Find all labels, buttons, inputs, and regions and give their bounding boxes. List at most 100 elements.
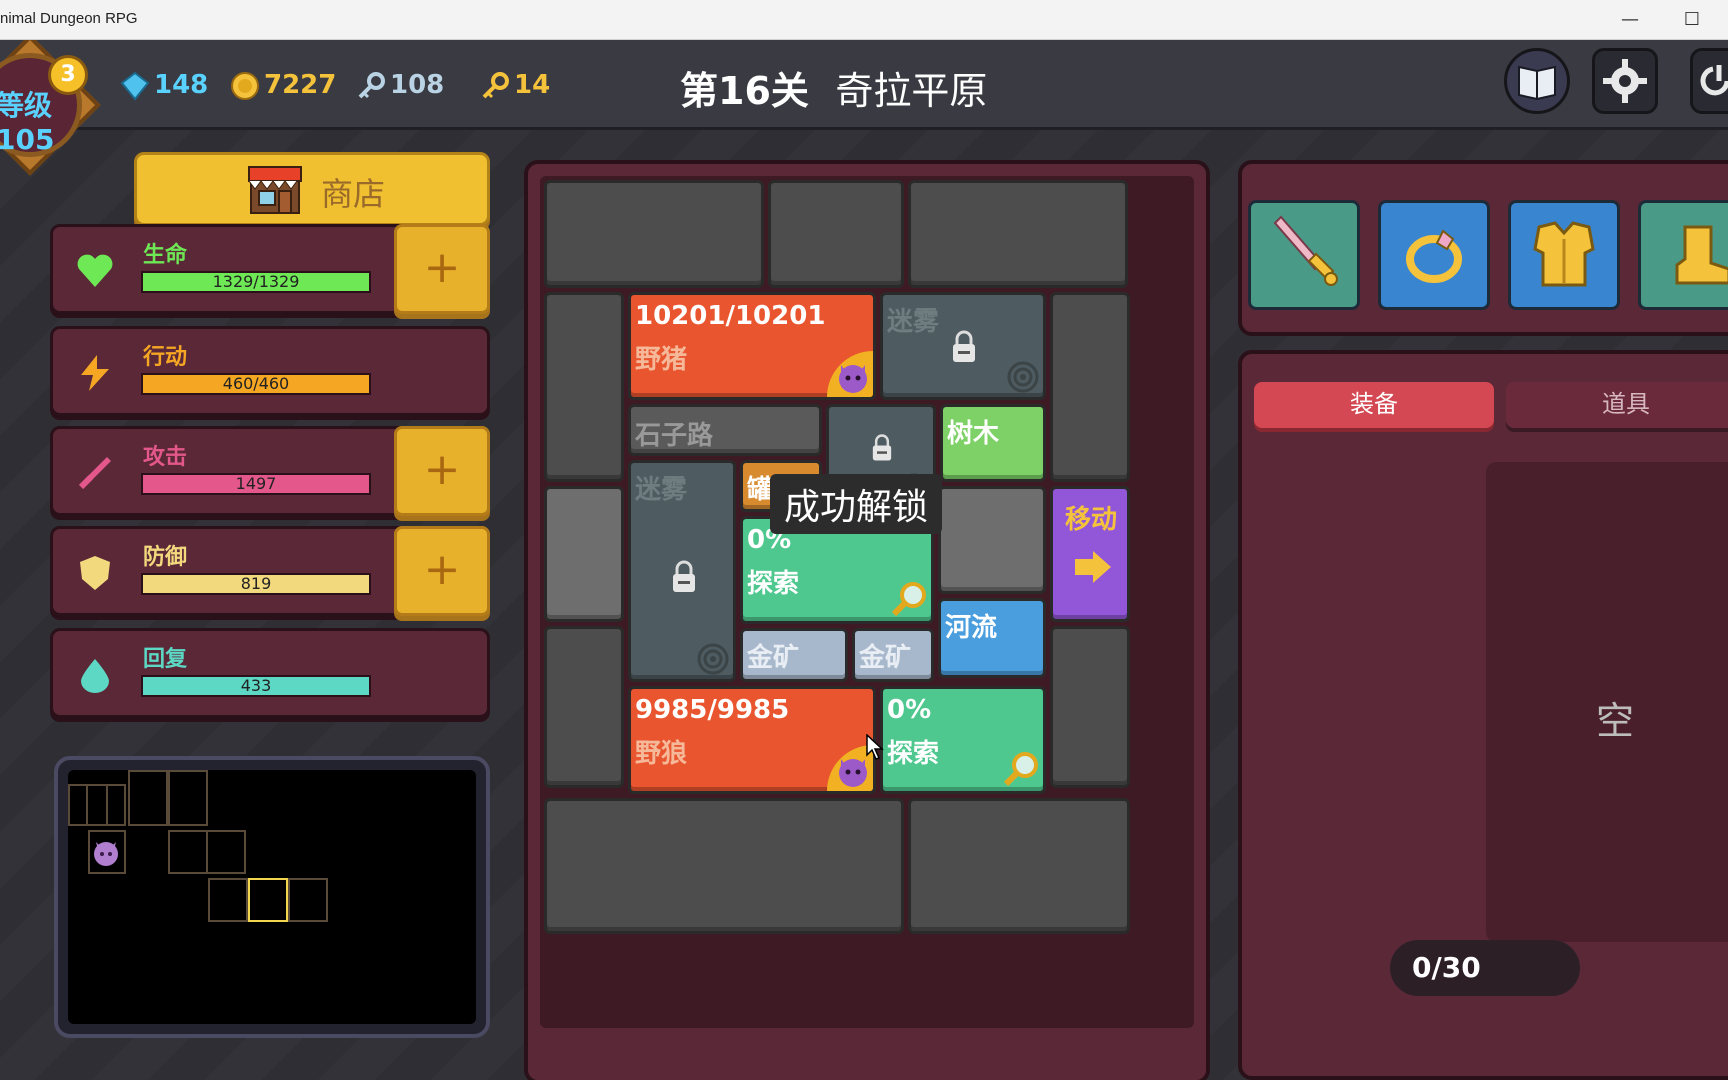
tile-gold-ore[interactable]: 金矿: [740, 628, 848, 682]
minimap-room: [86, 784, 126, 826]
tile-empty[interactable]: [544, 486, 624, 622]
stat-defense-name: 防御: [143, 545, 188, 570]
tile-tree[interactable]: 树木: [940, 404, 1046, 482]
minimap-room: [168, 770, 208, 826]
enemy-boar-name: 野猪: [635, 345, 688, 375]
minimap-room: [128, 770, 168, 826]
tile-enemy-boar[interactable]: 10201/10201 野猪: [628, 292, 876, 400]
weapon-slot[interactable]: [1248, 200, 1360, 310]
stage-name: 奇拉平原: [835, 69, 988, 113]
stat-defense: 防御 819 +: [50, 526, 490, 616]
tab-equipment[interactable]: 装备: [1254, 382, 1494, 428]
shop-label: 商店: [321, 175, 386, 213]
level-value: 105: [0, 123, 55, 156]
stat-recover-name: 回复: [143, 647, 188, 672]
lock-icon: [872, 434, 892, 461]
stage-number: 第16关: [680, 69, 809, 113]
shop-button[interactable]: 商店: [134, 152, 490, 226]
tile-empty[interactable]: [908, 180, 1128, 288]
tile-empty[interactable]: [1050, 626, 1130, 788]
tile-empty[interactable]: [544, 292, 624, 482]
tile-fog[interactable]: 迷雾: [880, 292, 1046, 400]
stat-recover: 回复 433: [50, 628, 490, 718]
player-level-badge[interactable]: 等级 105 3: [0, 40, 101, 195]
tile-empty[interactable]: [544, 626, 624, 788]
silver-key-icon: [358, 71, 385, 98]
stat-hp-name: 生命: [143, 243, 188, 268]
hp-plus-button[interactable]: +: [394, 224, 490, 314]
window-title: nimal Dungeon RPG: [0, 10, 138, 27]
stat-recover-bar: 433: [141, 675, 371, 697]
tile-empty[interactable]: [544, 180, 764, 288]
lock-icon: [673, 560, 695, 592]
stat-attack: 攻击 1497 +: [50, 426, 490, 516]
river-label: 河流: [945, 613, 998, 643]
tile-empty[interactable]: [544, 798, 904, 934]
minimap-room: [168, 830, 208, 874]
book-button[interactable]: [1504, 48, 1570, 114]
window-title-bar: nimal Dungeon RPG — ☐: [0, 0, 1728, 40]
tile-enemy-wolf[interactable]: 9985/9985 野狼: [628, 686, 876, 794]
book-icon: [1518, 65, 1556, 101]
swirl-icon: [697, 643, 729, 675]
minimize-button[interactable]: —: [1610, 6, 1650, 34]
armor-icon: [1533, 221, 1595, 287]
stat-hp: 生命 1329/1329 +: [50, 224, 490, 314]
explore-label: 探索: [887, 739, 940, 769]
tile-gold-ore[interactable]: 金矿: [852, 628, 934, 682]
top-bar: 等级 105 3 148 7227 108 14 第16关 奇拉平原: [0, 40, 1728, 176]
boot-icon: [1675, 225, 1728, 285]
tree-label: 树木: [947, 419, 1000, 449]
arrow-right-icon: [1075, 551, 1111, 583]
defense-plus-button[interactable]: +: [394, 526, 490, 616]
tab-items[interactable]: 道具: [1506, 382, 1728, 428]
tile-explore[interactable]: 0% 探索: [880, 686, 1046, 794]
fog-label: 迷雾: [635, 475, 688, 505]
lightning-icon: [81, 355, 109, 391]
minimap-current-room: [248, 878, 288, 922]
fog-label: 迷雾: [887, 307, 940, 337]
equipment-slots: [1238, 160, 1728, 336]
magnifier-icon: [1003, 752, 1038, 787]
explore-percent: 0%: [887, 695, 932, 725]
move-button[interactable]: 移动: [1050, 486, 1130, 622]
stat-defense-bar: 819: [141, 573, 371, 595]
power-button[interactable]: [1690, 48, 1728, 114]
coin-icon: [231, 71, 259, 100]
maximize-button[interactable]: ☐: [1672, 6, 1712, 34]
armor-slot[interactable]: [1508, 200, 1620, 310]
tile-empty[interactable]: [768, 180, 904, 288]
stat-hp-bar: 1329/1329: [141, 271, 371, 293]
gold-key-count: 14: [514, 70, 551, 100]
gem-count: 148: [154, 70, 209, 100]
tile-road[interactable]: 石子路: [628, 404, 822, 456]
stat-attack-bar: 1497: [141, 473, 371, 495]
tile-empty[interactable]: [908, 798, 1130, 934]
notification-badge: 3: [48, 55, 88, 95]
gold-key-counter: 14: [480, 70, 550, 101]
settings-button[interactable]: [1592, 48, 1658, 114]
ring-slot[interactable]: [1378, 200, 1490, 310]
power-icon: [1700, 65, 1728, 96]
stat-action-name: 行动: [143, 345, 188, 370]
minimap[interactable]: [54, 756, 490, 1038]
minimap-room: [288, 878, 328, 922]
gem-icon: [120, 71, 150, 101]
tile-river[interactable]: 河流: [938, 598, 1046, 678]
silver-key-count: 108: [390, 70, 445, 100]
boots-slot[interactable]: [1638, 200, 1728, 310]
shield-icon: [80, 556, 110, 590]
sword-icon: [78, 457, 111, 490]
tile-empty[interactable]: [1050, 292, 1130, 482]
road-label: 石子路: [635, 421, 714, 451]
coin-count: 7227: [264, 70, 337, 100]
stage-title: 第16关 奇拉平原: [680, 60, 987, 115]
coin-counter: 7227: [230, 70, 336, 101]
tile-empty[interactable]: [938, 486, 1046, 594]
ore-label: 金矿: [747, 643, 800, 673]
tile-fog[interactable]: 迷雾: [628, 460, 736, 682]
attack-plus-button[interactable]: +: [394, 426, 490, 516]
heart-icon: [77, 254, 113, 287]
enemy-wolf-hp: 9985/9985: [635, 695, 790, 725]
mouse-cursor-icon: [866, 734, 884, 760]
